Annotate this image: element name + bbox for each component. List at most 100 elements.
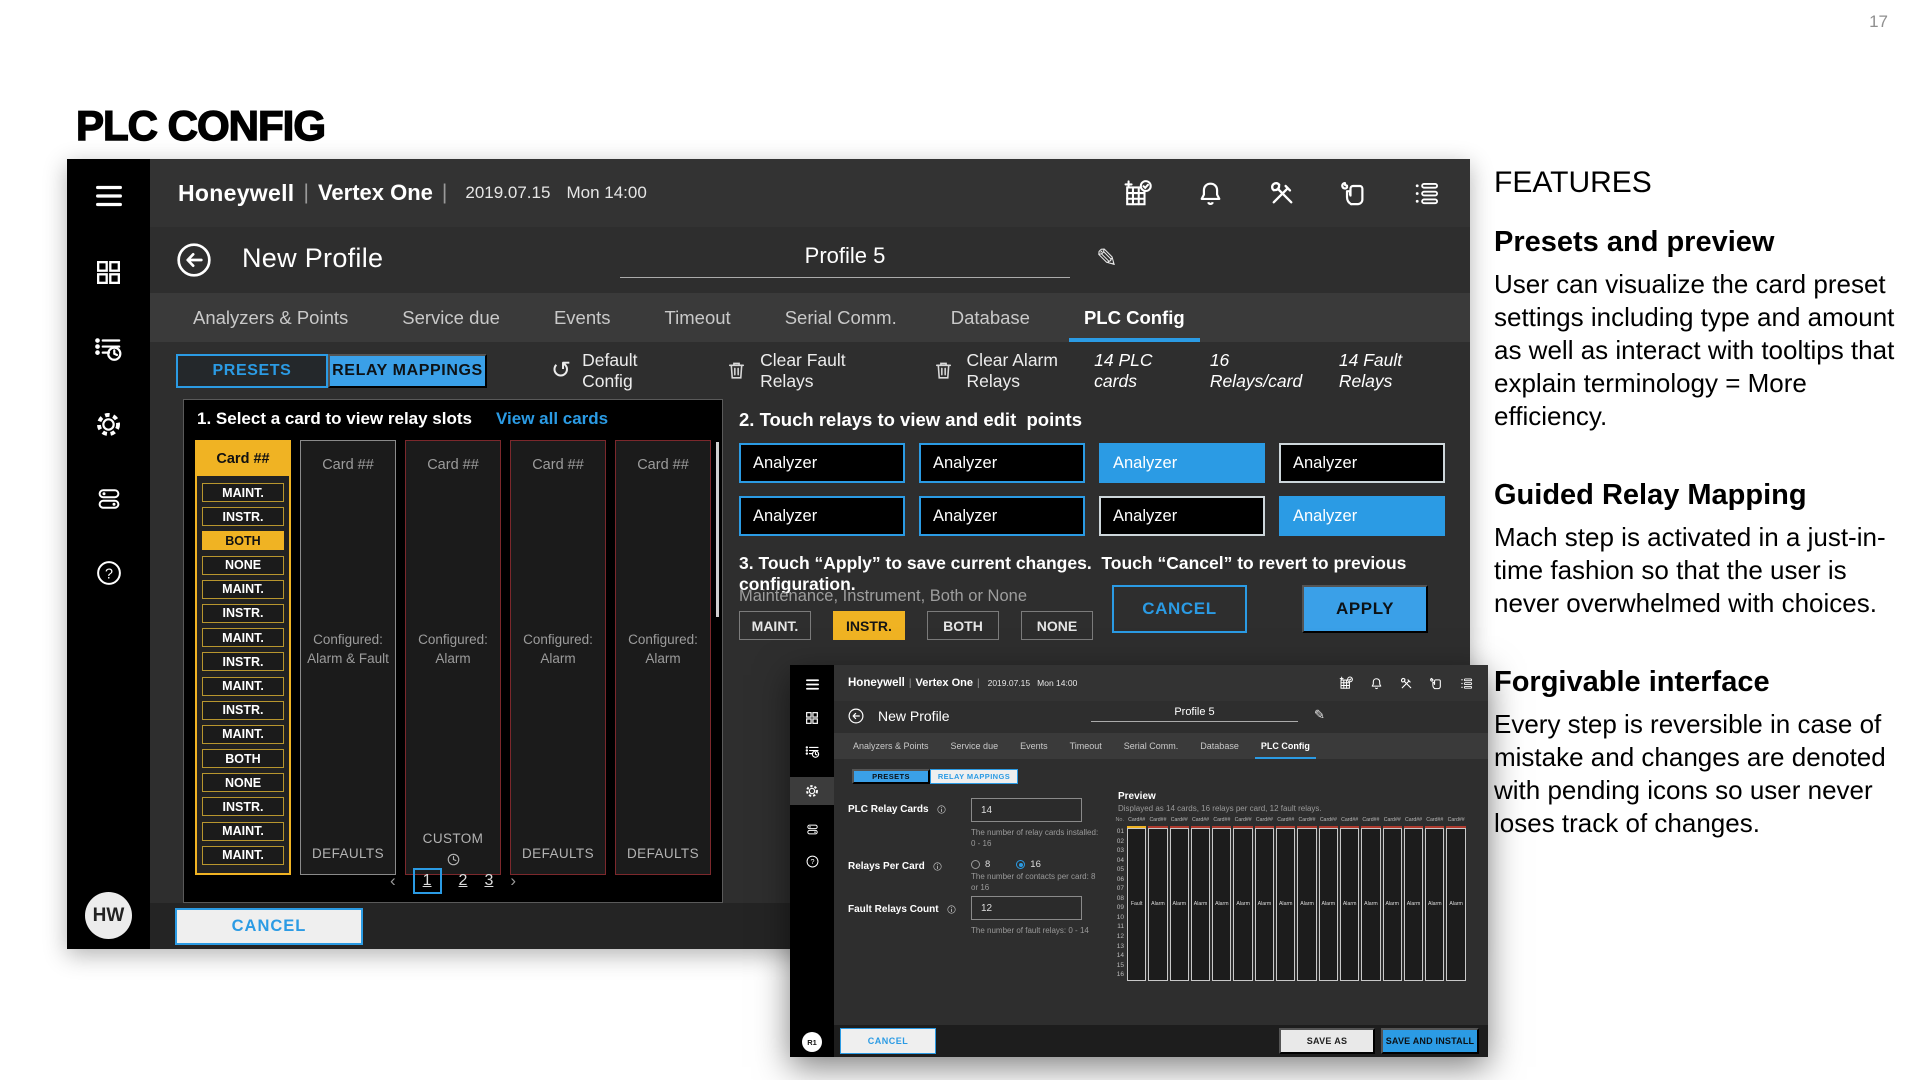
info-icon[interactable]: [936, 804, 947, 815]
card[interactable]: Card ## Configured: Alarm DEFAULTS: [615, 440, 711, 875]
relay-point-field[interactable]: Analyzer: [1279, 496, 1445, 536]
history-list-icon[interactable]: [92, 332, 125, 365]
tab[interactable]: Database: [924, 293, 1057, 342]
relay-slot-button[interactable]: BOTH: [202, 531, 284, 550]
relay-slot-button[interactable]: MAINT.: [202, 822, 284, 841]
page-prev-chevron[interactable]: ‹: [390, 871, 396, 891]
relay-slot-button[interactable]: MAINT.: [202, 846, 284, 865]
relay-slot-button[interactable]: MAINT.: [202, 725, 284, 744]
relay-point-field[interactable]: Analyzer: [1099, 443, 1265, 483]
tab[interactable]: Timeout: [1059, 733, 1113, 759]
relay-slot-button[interactable]: INSTR.: [202, 701, 284, 720]
tab[interactable]: Analyzers & Points: [166, 293, 375, 342]
user-avatar[interactable]: R1: [802, 1032, 822, 1052]
page-next-chevron[interactable]: ›: [510, 871, 516, 891]
tab[interactable]: Service due: [375, 293, 527, 342]
mode-button[interactable]: BOTH: [927, 611, 999, 640]
clear-alarm-relays-action[interactable]: Clear Alarm Relays: [931, 350, 1095, 392]
event-list-icon[interactable]: [1459, 676, 1474, 691]
tools-icon[interactable]: [1399, 676, 1414, 691]
back-arrow-icon[interactable]: [847, 707, 865, 725]
mode-button[interactable]: NONE: [1021, 611, 1093, 640]
relay-point-field[interactable]: Analyzer: [1279, 443, 1445, 483]
relay-slot-button[interactable]: MAINT.: [202, 580, 284, 599]
tab[interactable]: Service due: [940, 733, 1010, 759]
plc-relay-cards-input[interactable]: 14: [971, 798, 1082, 822]
help-icon[interactable]: [94, 558, 124, 588]
profile-name-field[interactable]: Profile 5: [620, 243, 1070, 278]
relay-point-field[interactable]: Analyzer: [739, 496, 905, 536]
card[interactable]: Card ## Configured: Alarm DEFAULTS: [510, 440, 606, 875]
notifications-bell-icon[interactable]: [1369, 676, 1384, 691]
history-list-icon[interactable]: [804, 743, 821, 760]
relay-slot-button[interactable]: BOTH: [202, 749, 284, 768]
tab[interactable]: Serial Comm.: [1113, 733, 1190, 759]
relay-slot-button[interactable]: INSTR.: [202, 797, 284, 816]
page-number[interactable]: 1: [413, 868, 442, 894]
clear-fault-relays-action[interactable]: Clear Fault Relays: [724, 350, 882, 392]
profile-name[interactable]: Profile 5: [620, 243, 1070, 269]
panel-scrollbar[interactable]: [716, 442, 719, 617]
mode-button[interactable]: INSTR.: [833, 611, 905, 640]
help-icon[interactable]: [805, 854, 820, 869]
settings-gear-icon[interactable]: [93, 409, 124, 440]
relay-slot-button[interactable]: NONE: [202, 773, 284, 792]
notifications-bell-icon[interactable]: [1195, 178, 1226, 209]
edit-pencil-icon[interactable]: ✎: [1096, 243, 1118, 274]
tab[interactable]: Timeout: [638, 293, 758, 342]
cancel-button[interactable]: CANCEL: [1112, 585, 1247, 633]
radio-icon[interactable]: [971, 860, 980, 869]
relay-point-field[interactable]: Analyzer: [919, 443, 1085, 483]
relay-point-field[interactable]: Analyzer: [1099, 496, 1265, 536]
tools-icon[interactable]: [1267, 178, 1298, 209]
profile-name-field[interactable]: Profile 5: [1091, 706, 1298, 722]
relay-slot-button[interactable]: MAINT.: [202, 677, 284, 696]
relay-slot-button[interactable]: NONE: [202, 556, 284, 575]
relay-mappings-button[interactable]: RELAY MAPPINGS: [930, 769, 1018, 784]
fault-relays-count-input[interactable]: 12: [971, 896, 1082, 920]
tab[interactable]: Events: [527, 293, 638, 342]
edit-pencil-icon[interactable]: ✎: [1314, 707, 1325, 723]
tab[interactable]: PLC Config: [1057, 293, 1212, 342]
event-list-icon[interactable]: [1411, 178, 1442, 209]
save-as-button[interactable]: SAVE AS: [1279, 1028, 1375, 1054]
view-all-cards-link[interactable]: View all cards: [496, 409, 608, 429]
tab[interactable]: PLC Config: [1250, 733, 1321, 759]
dashboard-grid-icon[interactable]: [93, 257, 124, 288]
relay-slot-button[interactable]: INSTR.: [202, 604, 284, 623]
toggles-icon[interactable]: [94, 484, 124, 514]
presets-button[interactable]: PRESETS: [852, 769, 930, 784]
user-avatar[interactable]: HW: [85, 892, 132, 939]
relay-point-field[interactable]: Analyzer: [919, 496, 1085, 536]
cancel-button[interactable]: CANCEL: [840, 1028, 936, 1054]
radio-option-8[interactable]: 8: [971, 859, 990, 870]
tab[interactable]: Serial Comm.: [758, 293, 924, 342]
schedule-calendar-icon[interactable]: [1121, 177, 1154, 210]
save-and-install-button[interactable]: SAVE AND INSTALL: [1381, 1028, 1479, 1054]
card[interactable]: Card ## Configured: Alarm & Fault DEFAUL…: [300, 440, 396, 875]
settings-gear-icon[interactable]: [790, 777, 834, 805]
footer-cancel-button[interactable]: CANCEL: [175, 908, 363, 945]
relay-slot-button[interactable]: MAINT.: [202, 483, 284, 502]
radio-selected-icon[interactable]: [1016, 860, 1025, 869]
back-arrow-icon[interactable]: [174, 240, 214, 280]
tab[interactable]: Events: [1009, 733, 1059, 759]
card[interactable]: Card ## Configured: Alarm CUSTOM: [405, 440, 501, 875]
relay-slot-button[interactable]: INSTR.: [202, 652, 284, 671]
relay-point-field[interactable]: Analyzer: [739, 443, 905, 483]
mode-button[interactable]: MAINT.: [739, 611, 811, 640]
schedule-calendar-icon[interactable]: [1338, 675, 1354, 691]
card-selected[interactable]: Card ## MAINT.INSTR.BOTHNONEMAINT.INSTR.…: [195, 440, 291, 875]
tab[interactable]: Database: [1189, 733, 1250, 759]
menu-icon[interactable]: [92, 179, 126, 213]
service-hand-icon[interactable]: [1429, 676, 1444, 691]
presets-button[interactable]: PRESETS: [176, 354, 328, 388]
tab[interactable]: Analyzers & Points: [842, 733, 940, 759]
relay-slot-button[interactable]: MAINT.: [202, 628, 284, 647]
page-number[interactable]: 3: [484, 872, 493, 890]
default-config-action[interactable]: ↺ Default Config: [551, 350, 676, 392]
relay-mappings-button[interactable]: RELAY MAPPINGS: [328, 354, 487, 388]
toggles-icon[interactable]: [805, 822, 820, 837]
info-icon[interactable]: [946, 904, 957, 915]
page-number[interactable]: 2: [459, 872, 468, 890]
